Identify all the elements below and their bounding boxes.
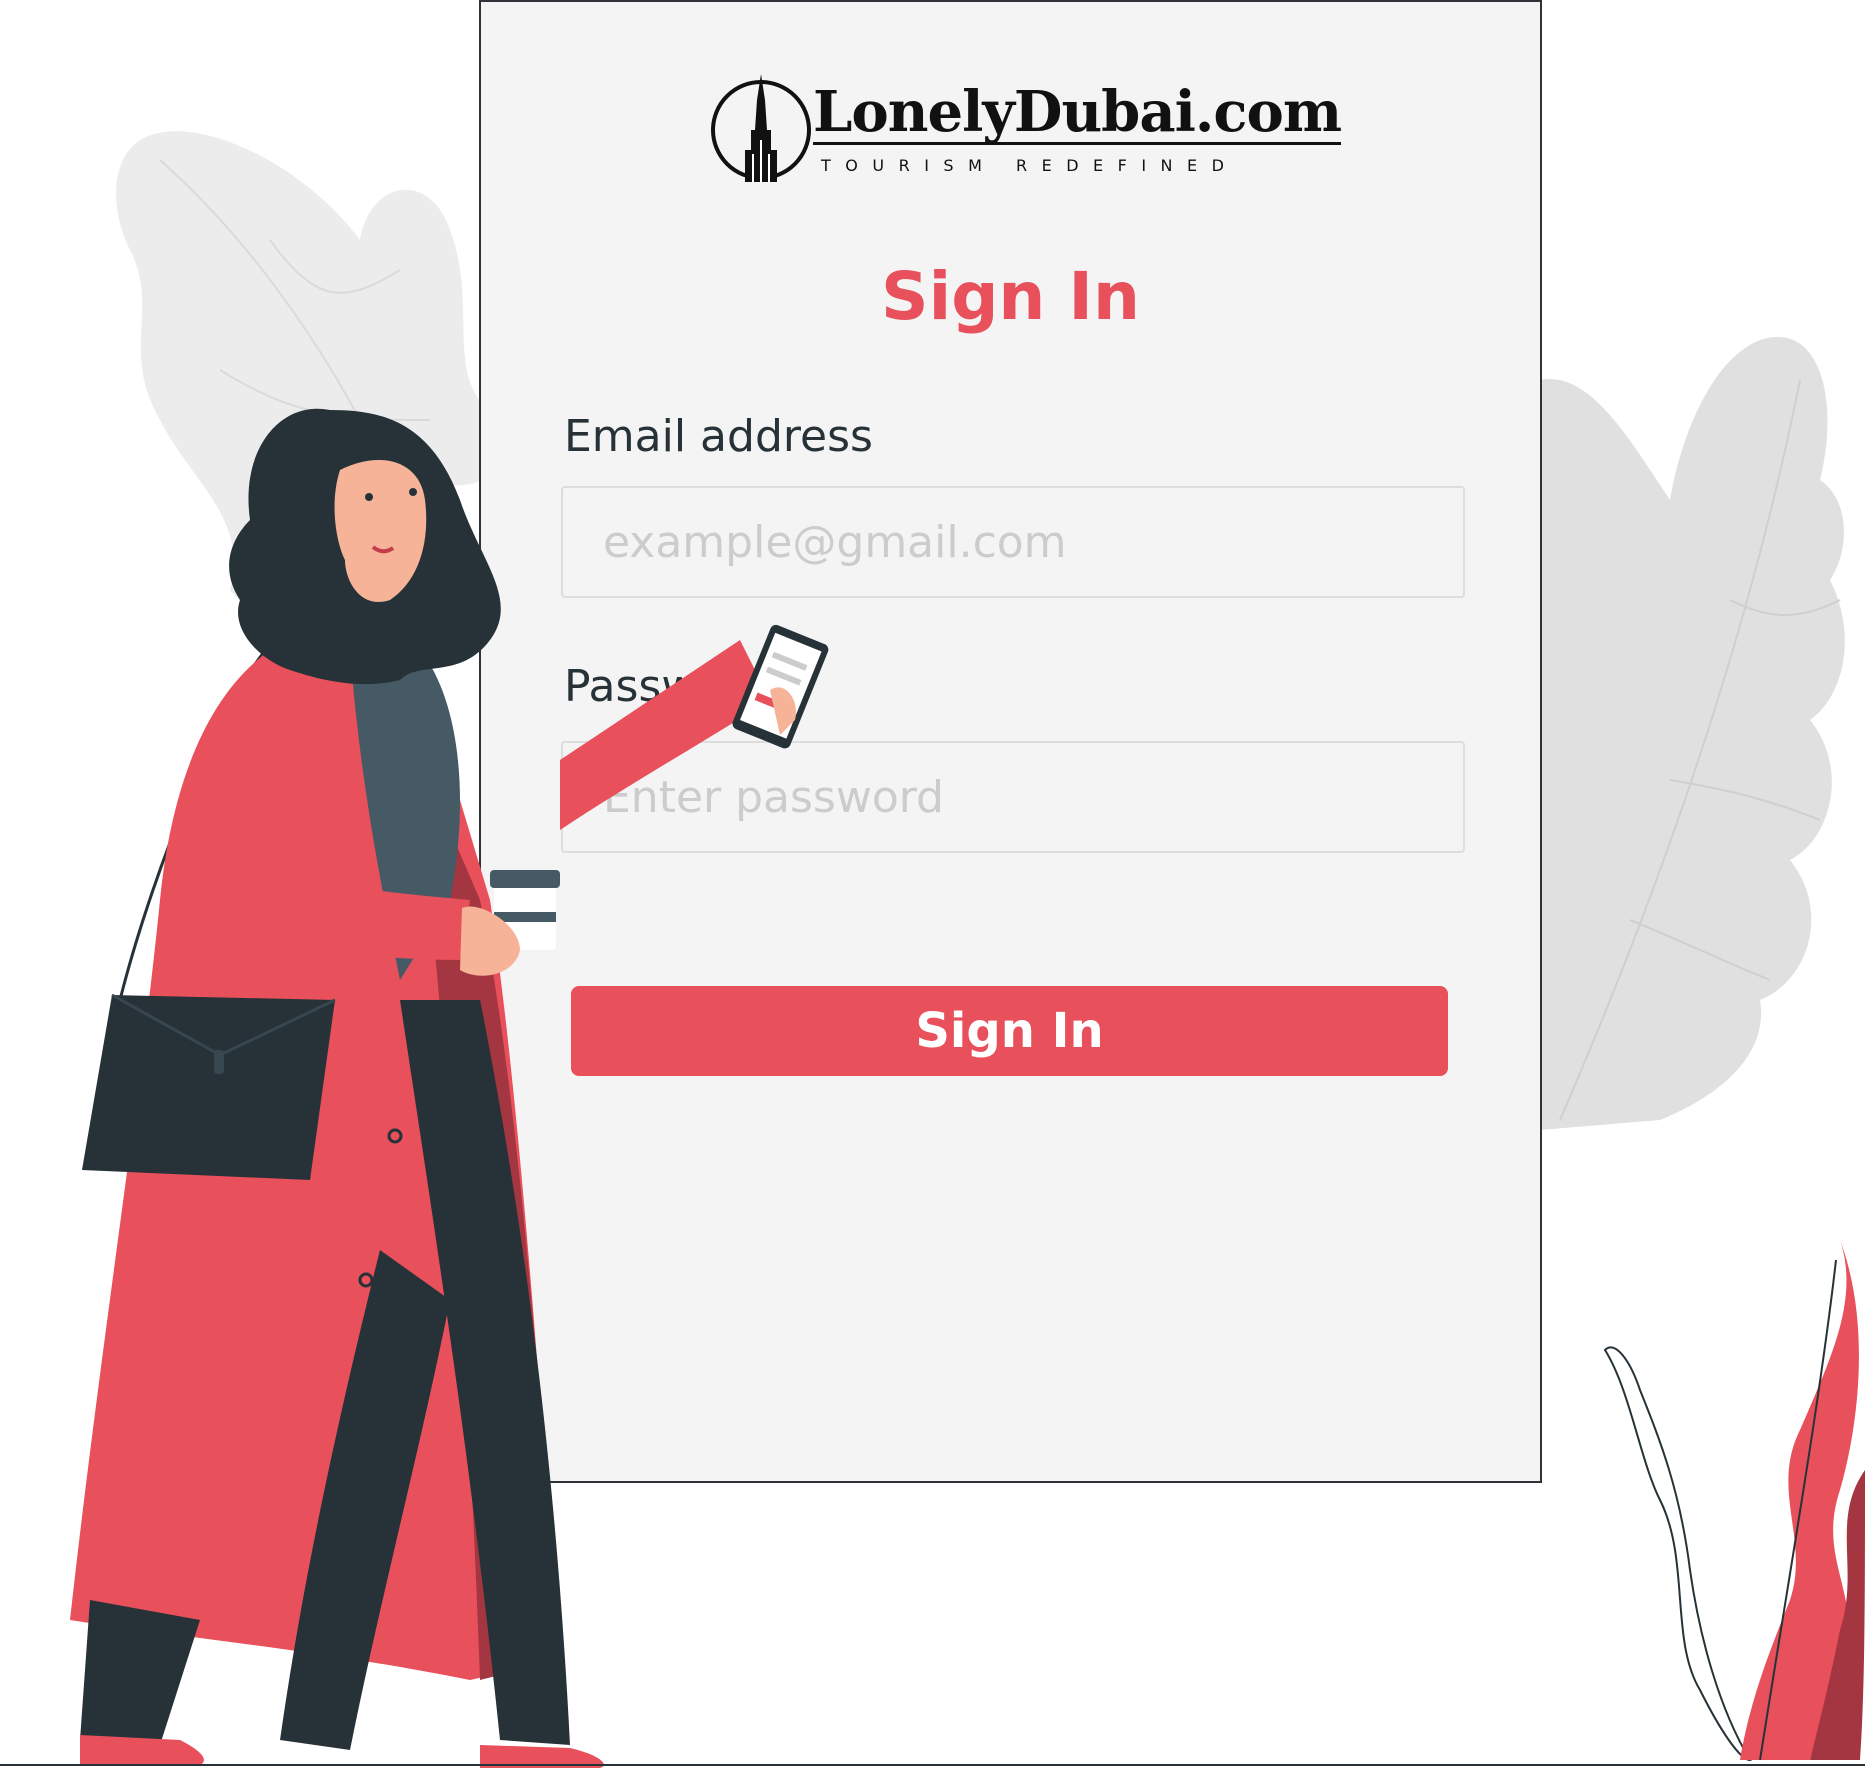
brand-name: LonelyDubai.com: [813, 79, 1342, 145]
sign-in-card: LonelyDubai.com TOURISM REDEFINED Sign I…: [479, 0, 1542, 1483]
password-label: Password: [564, 661, 770, 712]
email-label: Email address: [564, 411, 873, 462]
ground-line: [0, 1764, 1865, 1766]
background-leaf-right-icon: [1540, 336, 1845, 1130]
burj-khalifa-icon: [711, 74, 811, 182]
plant-decoration-icon: [1603, 1240, 1865, 1762]
brand-logo[interactable]: LonelyDubai.com TOURISM REDEFINED: [709, 68, 1342, 188]
page-title: Sign In: [881, 258, 1140, 335]
background-leaf-left-icon: [116, 131, 510, 619]
sign-in-page: LonelyDubai.com TOURISM REDEFINED Sign I…: [0, 0, 1865, 1772]
password-field[interactable]: [561, 741, 1465, 853]
brand-tagline: TOURISM REDEFINED: [821, 156, 1239, 175]
sign-in-button[interactable]: Sign In: [571, 986, 1448, 1076]
email-field[interactable]: [561, 486, 1465, 598]
